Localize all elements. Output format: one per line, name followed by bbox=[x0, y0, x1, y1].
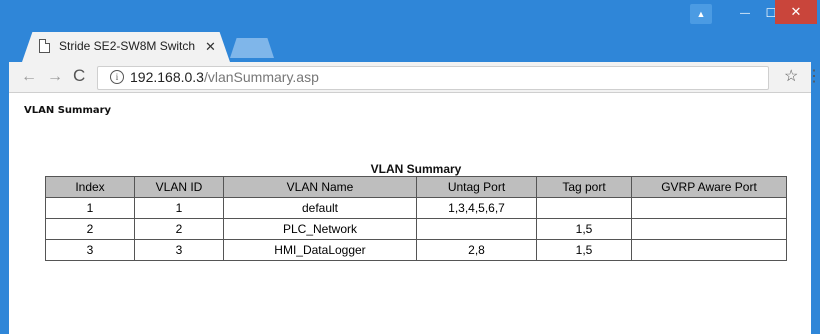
tab-close-icon[interactable]: ✕ bbox=[205, 39, 216, 55]
url-host: 192.168.0.3 bbox=[130, 69, 204, 85]
cell-vlan-id: 3 bbox=[134, 239, 224, 261]
profile-icon[interactable]: ▲ bbox=[690, 4, 712, 24]
info-icon[interactable]: i bbox=[110, 70, 124, 84]
tab-title: Stride SE2-SW8M Switch bbox=[59, 39, 196, 53]
browser-toolbar: ← → C i 192.168.0.3/vlanSummary.asp ☆ ⋮ bbox=[9, 62, 820, 93]
cell-untag-port: 1,3,4,5,6,7 bbox=[416, 197, 537, 219]
cell-untag-port: 2,8 bbox=[416, 239, 537, 261]
bookmark-star-icon[interactable]: ☆ bbox=[784, 66, 798, 86]
cell-gvrp bbox=[631, 218, 787, 240]
cell-vlan-id: 2 bbox=[134, 218, 224, 240]
cell-tag-port bbox=[536, 197, 632, 219]
reload-icon[interactable]: C bbox=[73, 66, 85, 86]
minimize-button[interactable]: — bbox=[732, 0, 758, 26]
cell-index: 1 bbox=[45, 197, 135, 219]
window-border-left bbox=[0, 0, 9, 334]
close-window-button[interactable]: ✕ bbox=[775, 0, 817, 24]
url-text[interactable]: 192.168.0.3/vlanSummary.asp bbox=[130, 69, 319, 85]
back-icon[interactable]: ← bbox=[21, 68, 37, 86]
table-row: 1 1 default 1,3,4,5,6,7 bbox=[45, 197, 787, 219]
col-vlan-id-header: VLAN ID bbox=[134, 176, 224, 198]
window-border-right bbox=[811, 0, 820, 334]
vlan-summary-table: Index VLAN ID VLAN Name Untag Port Tag p… bbox=[45, 176, 787, 261]
table-caption: VLAN Summary bbox=[370, 162, 462, 176]
col-untag-port-header: Untag Port bbox=[416, 176, 537, 198]
cell-gvrp bbox=[631, 239, 787, 261]
cell-vlan-name: PLC_Network bbox=[223, 218, 417, 240]
cell-vlan-name: HMI_DataLogger bbox=[223, 239, 417, 261]
page-title: VLAN Summary bbox=[24, 105, 112, 116]
new-tab-button[interactable] bbox=[230, 38, 274, 58]
cell-untag-port bbox=[416, 218, 537, 240]
cell-tag-port: 1,5 bbox=[536, 239, 632, 261]
table-row: 2 2 PLC_Network 1,5 bbox=[45, 218, 787, 240]
address-bar[interactable]: i 192.168.0.3/vlanSummary.asp bbox=[97, 66, 769, 90]
cell-gvrp bbox=[631, 197, 787, 219]
table-row: 3 3 HMI_DataLogger 2,8 1,5 bbox=[45, 239, 787, 261]
cell-vlan-name: default bbox=[223, 197, 417, 219]
table-header-row: Index VLAN ID VLAN Name Untag Port Tag p… bbox=[45, 176, 787, 198]
col-vlan-name-header: VLAN Name bbox=[223, 176, 417, 198]
forward-icon[interactable]: → bbox=[47, 68, 63, 86]
page-content: VLAN Summary VLAN Summary Index VLAN ID … bbox=[9, 93, 811, 334]
cell-index: 2 bbox=[45, 218, 135, 240]
browser-window: ▲ — ☐ ✕ Stride SE2-SW8M Switch ✕ ← → C i… bbox=[0, 0, 820, 334]
document-icon bbox=[39, 39, 50, 53]
tab-active[interactable]: Stride SE2-SW8M Switch ✕ bbox=[22, 32, 230, 62]
cell-vlan-id: 1 bbox=[134, 197, 224, 219]
col-gvrp-header: GVRP Aware Port bbox=[631, 176, 787, 198]
cell-index: 3 bbox=[45, 239, 135, 261]
browser-menu-icon[interactable]: ⋮ bbox=[806, 66, 820, 86]
url-path: /vlanSummary.asp bbox=[203, 69, 319, 85]
col-tag-port-header: Tag port bbox=[536, 176, 632, 198]
col-index-header: Index bbox=[45, 176, 135, 198]
cell-tag-port: 1,5 bbox=[536, 218, 632, 240]
